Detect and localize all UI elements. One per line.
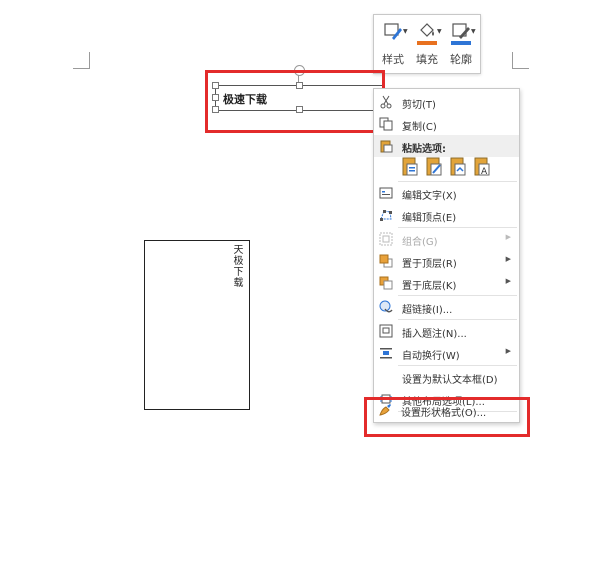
menu-item-cut[interactable]: 剪切(T) <box>374 91 519 113</box>
menu-item-set-default-textbox[interactable]: 设置为默认文本框(D) <box>374 366 519 388</box>
wrap-text-icon <box>380 348 392 359</box>
outline-color-bar <box>451 41 471 45</box>
paste-text-only-icon[interactable]: A <box>473 155 491 177</box>
menu-label: 超链接(I)... <box>402 305 453 316</box>
menu-item-bring-to-front[interactable]: 置于顶层(R) ▶ <box>374 250 519 272</box>
menu-item-insert-caption[interactable]: 插入题注(N)... <box>374 320 519 342</box>
shape-style-label: 样式 <box>382 53 404 66</box>
paste-picture-icon[interactable] <box>449 155 467 177</box>
menu-label: 复制(C) <box>402 122 437 133</box>
edit-points-icon <box>380 210 392 221</box>
menu-item-send-to-back[interactable]: 置于底层(K) ▶ <box>374 272 519 294</box>
menu-item-edit-text[interactable]: 编辑文字(X) <box>374 182 519 204</box>
svg-text:A: A <box>481 167 488 177</box>
chevron-down-icon: ▼ <box>471 28 476 35</box>
menu-label: 置于顶层(R) <box>402 259 457 270</box>
outline-button[interactable]: ▼ 轮廓 <box>445 19 477 69</box>
fill-button[interactable]: ▼ 填充 <box>411 19 443 69</box>
clipboard-icon <box>380 140 393 153</box>
bring-to-front-icon <box>379 254 393 268</box>
menu-item-edit-points[interactable]: 编辑顶点(E) <box>374 204 519 226</box>
menu-label: 插入题注(N)... <box>402 329 467 340</box>
insert-caption-icon <box>379 324 393 338</box>
vertical-textbox[interactable]: 天极下载 <box>144 240 250 410</box>
highlight-box-format-shape <box>364 397 530 437</box>
submenu-arrow-icon: ▶ <box>505 233 511 241</box>
scissors-icon <box>380 95 392 109</box>
chevron-down-icon: ▼ <box>437 28 442 35</box>
menu-label: 自动换行(W) <box>402 351 460 362</box>
shape-style-icon <box>384 23 402 40</box>
menu-label: 编辑文字(X) <box>402 191 457 202</box>
send-to-back-icon <box>379 276 393 290</box>
paste-merge-format-icon[interactable] <box>425 155 443 177</box>
menu-label: 设置为默认文本框(D) <box>402 375 498 386</box>
menu-label: 组合(G) <box>402 237 438 248</box>
menu-label: 置于底层(K) <box>402 281 457 292</box>
paste-options-row: A <box>398 155 508 179</box>
hyperlink-icon <box>379 300 393 313</box>
menu-label: 粘贴选项: <box>402 144 446 155</box>
fill-label: 填充 <box>416 53 438 66</box>
outline-label: 轮廓 <box>450 53 472 66</box>
fill-color-bar <box>417 41 437 45</box>
fill-bucket-icon <box>420 23 434 37</box>
page-corner-top-left <box>73 52 90 69</box>
shape-style-button[interactable]: ▼ 样式 <box>377 19 409 69</box>
menu-item-group: 组合(G) ▶ <box>374 228 519 250</box>
edit-text-icon <box>379 187 393 199</box>
menu-label: 剪切(T) <box>402 100 436 111</box>
menu-item-wrap-text[interactable]: 自动换行(W) ▶ <box>374 342 519 364</box>
page-corner-top-right <box>512 52 529 69</box>
submenu-arrow-icon: ▶ <box>505 277 511 285</box>
submenu-arrow-icon: ▶ <box>505 347 511 355</box>
menu-item-hyperlink[interactable]: 超链接(I)... <box>374 296 519 318</box>
copy-icon <box>379 117 393 131</box>
highlight-box-textbox <box>205 70 385 133</box>
menu-label: 编辑顶点(E) <box>402 213 457 224</box>
context-menu: 剪切(T) 复制(C) 粘贴选项: A 编辑文字(X) 编辑顶点(E) 组合(G… <box>373 88 520 423</box>
vertical-textbox-text: 天极下载 <box>231 244 242 288</box>
submenu-arrow-icon: ▶ <box>505 255 511 263</box>
outline-pen-icon <box>452 23 470 39</box>
menu-item-copy[interactable]: 复制(C) <box>374 113 519 135</box>
chevron-down-icon: ▼ <box>403 28 408 35</box>
paste-options-header: 粘贴选项: <box>374 135 519 157</box>
mini-toolbar: ▼ 样式 ▼ 填充 ▼ 轮廓 <box>373 14 481 74</box>
paste-keep-source-icon[interactable] <box>401 155 419 177</box>
group-icon <box>379 232 393 246</box>
